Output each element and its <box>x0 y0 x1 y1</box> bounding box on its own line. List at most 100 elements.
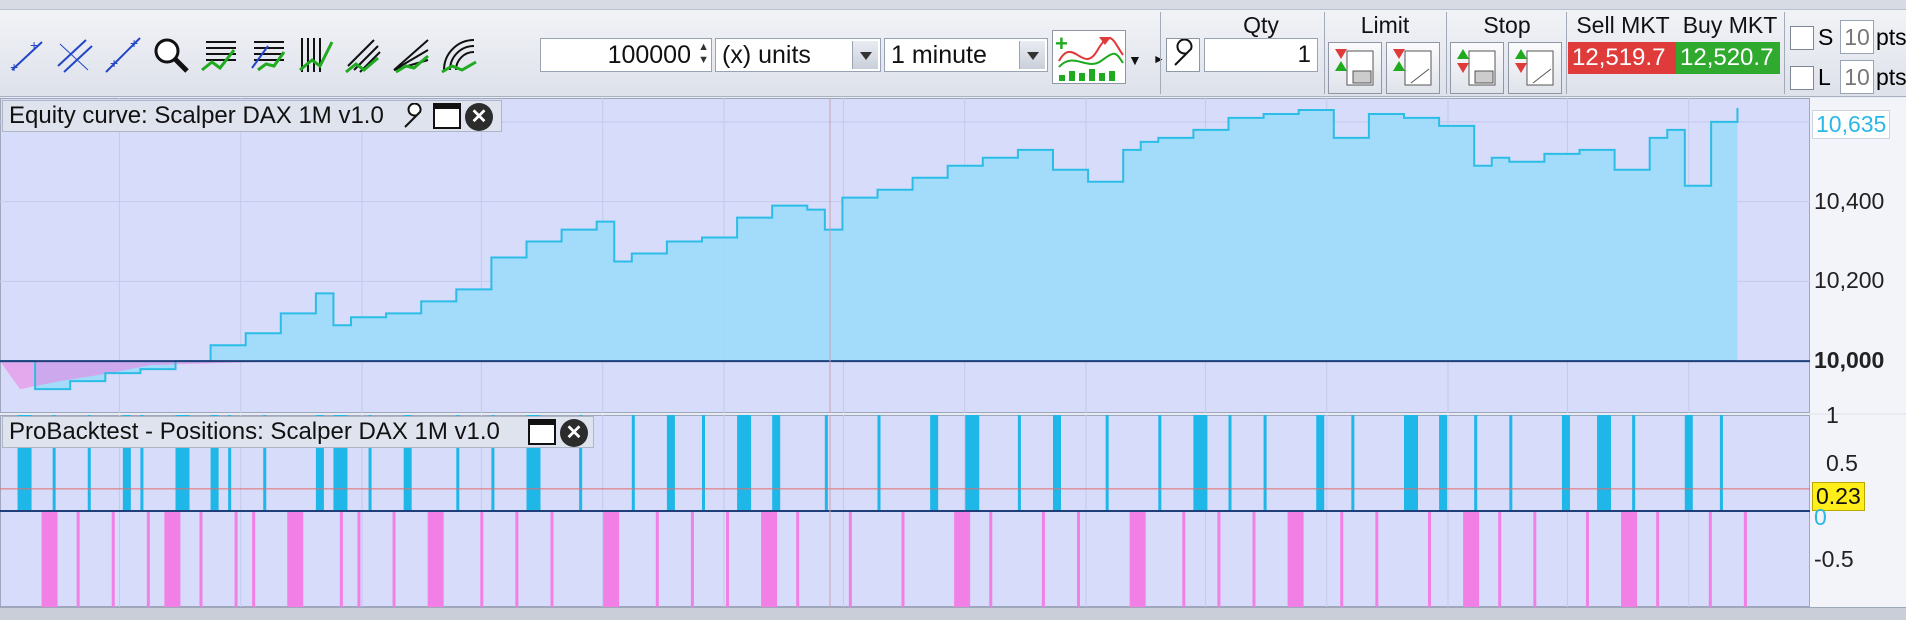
long-position-bar <box>824 415 828 511</box>
short-position-bar <box>901 511 905 607</box>
s-label: S <box>1818 24 1834 50</box>
long-position-bar <box>1351 415 1355 511</box>
short-position-bar <box>954 511 971 607</box>
wrench-icon[interactable] <box>401 103 429 131</box>
buy-stop-icon <box>1515 49 1554 86</box>
svg-text:+: + <box>110 55 118 71</box>
equity-axis-tick-label: 10,400 <box>1814 187 1885 214</box>
short-position-bar <box>1498 511 1502 607</box>
short-position-bar <box>357 511 361 607</box>
stop-label: Stop <box>1483 12 1531 38</box>
pts-label: pts <box>1876 24 1906 50</box>
long-position-bar <box>1404 415 1418 511</box>
short-position-bar <box>848 511 852 607</box>
short-position-bar <box>234 511 238 607</box>
timeframe-select-value: 1 minute <box>891 41 987 69</box>
short-position-bar <box>339 511 343 607</box>
short-position-bar <box>41 511 58 607</box>
long-position-bar <box>702 415 705 511</box>
order-settings-button[interactable] <box>1166 38 1200 72</box>
long-position-bar <box>1684 415 1693 511</box>
collapse-arrow-icon[interactable]: ► <box>1153 52 1165 66</box>
svg-text:+: + <box>30 37 38 53</box>
maximize-window-icon[interactable] <box>528 419 556 445</box>
bottom-scroll-strip[interactable] <box>0 607 1906 620</box>
close-icon[interactable]: ✕ <box>560 419 588 447</box>
long-position-bar <box>1017 415 1021 511</box>
divider <box>1784 12 1785 94</box>
pts-label: pts <box>1876 64 1906 90</box>
short-position-bar <box>1533 511 1537 607</box>
svg-text:+: + <box>130 36 138 51</box>
fan-tool-icon[interactable] <box>390 31 432 79</box>
long-position-bar <box>631 415 635 511</box>
trend-line-tool-icon[interactable]: + + <box>102 31 144 79</box>
short-position-bar <box>1041 511 1045 607</box>
sell-limit-button[interactable] <box>1328 42 1382 94</box>
buy-limit-button[interactable] <box>1386 42 1440 94</box>
take-profit-checkbox[interactable] <box>1790 66 1814 90</box>
stop-loss-checkbox[interactable] <box>1790 26 1814 50</box>
stop-loss-points-input[interactable]: 10 <box>1840 20 1874 54</box>
short-position-bar <box>427 511 444 607</box>
long-position-bar <box>1053 415 1061 511</box>
line-tool-icon[interactable]: + + <box>6 31 48 79</box>
long-position-bar <box>772 415 781 511</box>
units-select[interactable]: (x) units <box>715 38 881 72</box>
units-select-value: (x) units <box>722 41 811 69</box>
sell-market-button[interactable]: 12,519.7 <box>1568 42 1676 74</box>
buy-market-button[interactable]: 12,520.7 <box>1676 42 1780 74</box>
fibonacci-retracement-tool-icon[interactable] <box>246 31 288 79</box>
close-icon[interactable]: ✕ <box>465 103 493 131</box>
sell-stop-icon <box>1457 49 1496 86</box>
channel-tool-icon[interactable] <box>342 31 384 79</box>
positions-panel-title: ProBacktest - Positions: Scalper DAX 1M … <box>9 418 500 445</box>
short-position-bar <box>252 511 256 607</box>
buy-limit-icon <box>1393 49 1432 86</box>
long-position-bar <box>1158 415 1162 511</box>
zoom-magnifier-icon[interactable] <box>150 31 192 79</box>
short-position-bar <box>287 511 304 607</box>
buy-mkt-label: Buy MKT <box>1682 12 1778 38</box>
short-position-bar <box>796 511 800 607</box>
l-label: L <box>1818 64 1831 90</box>
take-profit-points-input[interactable]: 10 <box>1840 60 1874 94</box>
long-position-bar <box>1228 415 1232 511</box>
short-position-bar <box>1217 511 1221 607</box>
qty-label: Qty <box>1243 12 1279 38</box>
chevron-down-icon[interactable] <box>1019 41 1045 69</box>
divider <box>1160 12 1161 94</box>
add-indicator-button[interactable]: + <box>1052 30 1126 84</box>
short-position-bar <box>1463 511 1480 607</box>
equity-curve-chart[interactable] <box>0 98 1810 413</box>
divider <box>1324 12 1325 94</box>
divider <box>1566 12 1567 94</box>
timeframe-select[interactable]: 1 minute <box>884 38 1048 72</box>
toolbar: + + + + 100000 ▲ ▼ (x) units 1 minute + … <box>0 0 1906 97</box>
sell-mkt-label: Sell MKT <box>1576 12 1670 38</box>
order-qty-input[interactable]: 1 <box>1204 38 1318 72</box>
sell-stop-button[interactable] <box>1450 42 1504 94</box>
equity-axis-tick-label: 10,200 <box>1814 267 1885 294</box>
divider <box>1446 12 1447 94</box>
vertical-lines-tool-icon[interactable] <box>294 31 336 79</box>
short-position-bar <box>1287 511 1304 607</box>
long-position-bar <box>1105 415 1109 511</box>
indicator-dropdown-icon[interactable]: ▼ <box>1128 52 1142 68</box>
short-position-bar <box>726 511 729 607</box>
arc-tool-icon[interactable] <box>438 31 480 79</box>
equity-panel-title: Equity curve: Scalper DAX 1M v1.0 <box>9 102 384 129</box>
parallel-lines-tool-icon[interactable] <box>54 31 96 79</box>
quantity-spinner-icon[interactable]: ▲ ▼ <box>698 41 709 67</box>
long-position-bar <box>930 415 939 511</box>
maximize-window-icon[interactable] <box>433 103 461 129</box>
positions-axis-tick-label: 0.5 <box>1826 450 1858 476</box>
short-position-bar <box>603 511 620 607</box>
svg-text:+: + <box>10 59 18 74</box>
quantity-field[interactable]: 100000 ▲ ▼ <box>540 38 712 72</box>
limit-label: Limit <box>1360 12 1410 38</box>
short-position-bar <box>1743 511 1747 607</box>
horizontal-levels-tool-icon[interactable] <box>198 31 240 79</box>
buy-stop-button[interactable] <box>1508 42 1562 94</box>
chevron-down-icon[interactable] <box>852 41 878 69</box>
